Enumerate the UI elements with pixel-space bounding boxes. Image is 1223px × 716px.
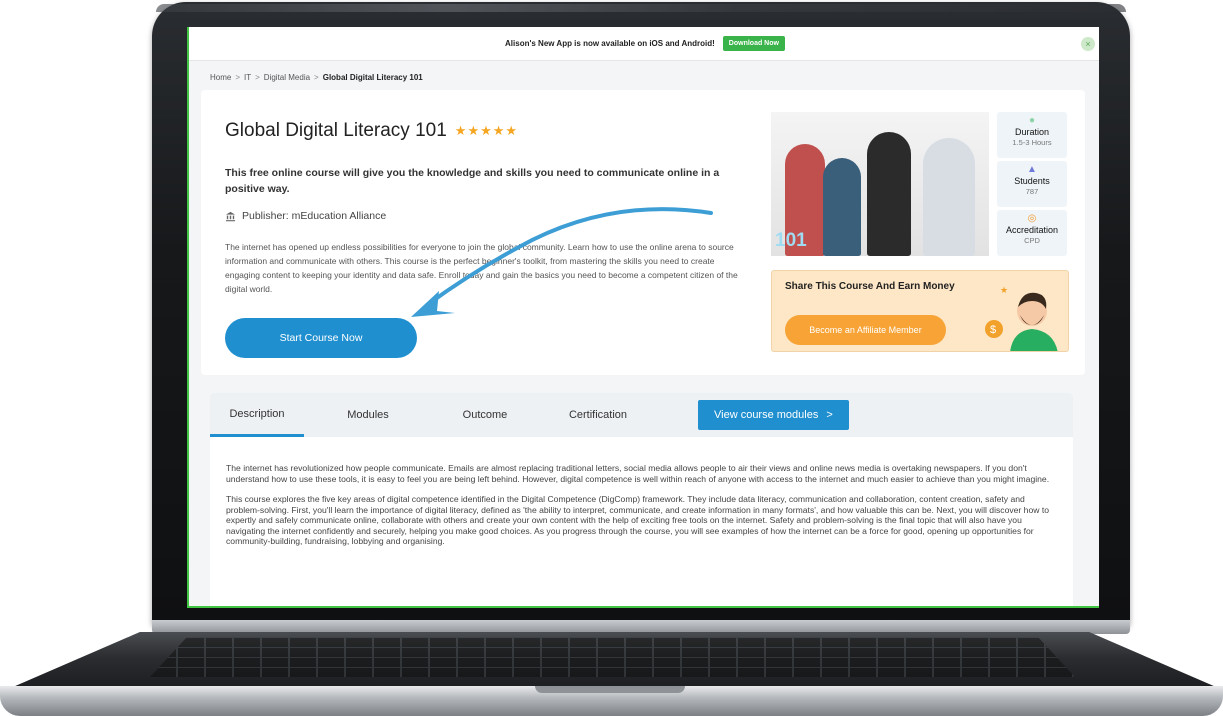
laptop-screen: Alison's New App is now available on iOS… [187, 27, 1099, 608]
tab-description[interactable]: Description [210, 393, 304, 437]
institution-icon [225, 211, 236, 221]
announcement-text: Alison's New App is now available on iOS… [505, 39, 715, 48]
app-announcement-bar: Alison's New App is now available on iOS… [189, 27, 1099, 61]
svg-text:$: $ [990, 324, 996, 336]
description-paragraph: This course explores the five key areas … [226, 494, 1049, 546]
tab-certification[interactable]: Certification [538, 393, 658, 437]
laptop-keyboard [150, 637, 1075, 677]
breadcrumb-current: Global Digital Literacy 101 [322, 73, 423, 82]
description-paragraph: The internet has revolutionized how peop… [226, 463, 1050, 484]
stat-label: Duration [1014, 127, 1050, 137]
lid-highlight [156, 4, 1126, 12]
stat-value: 1.5-3 Hours [1012, 138, 1052, 147]
stat-accreditation: ◎ Accreditation CPD [997, 210, 1067, 256]
laptop-hinge [152, 620, 1130, 634]
breadcrumb-separator: > [255, 73, 260, 82]
stat-label: Accreditation [1005, 225, 1059, 235]
breadcrumb-it[interactable]: IT [244, 73, 251, 82]
stat-students: ▲ Students 787 [997, 161, 1067, 207]
view-course-modules-button[interactable]: View course modules > [698, 400, 849, 430]
publisher-name[interactable]: Publisher: mEducation Alliance [242, 210, 386, 222]
become-affiliate-button[interactable]: Become an Affiliate Member [785, 315, 946, 345]
breadcrumb: Home > IT > Digital Media > Global Digit… [210, 73, 423, 82]
breadcrumb-separator: > [235, 73, 241, 82]
stat-label: Students [1014, 176, 1050, 186]
stat-value: 787 [1025, 187, 1039, 196]
stat-duration: ● Duration 1.5-3 Hours [997, 112, 1067, 158]
tab-outcome[interactable]: Outcome [432, 393, 538, 437]
page-title: Global Digital Literacy 101 [225, 120, 447, 141]
course-image: 101 [771, 112, 989, 256]
clock-icon: ● [1028, 115, 1036, 126]
image-person [923, 138, 975, 256]
star-rating: ★★★★★ [454, 123, 519, 138]
image-person [867, 132, 911, 256]
close-icon[interactable]: × [1081, 37, 1095, 51]
image-person [823, 158, 861, 256]
course-tabs-panel: Description Modules Outcome Certificatio… [210, 393, 1073, 606]
view-modules-label: View course modules [714, 409, 819, 421]
tab-modules[interactable]: Modules [304, 393, 432, 437]
laptop-mockup: Alison's New App is now available on iOS… [0, 0, 1223, 716]
image-label: 101 [775, 230, 807, 251]
breadcrumb-home[interactable]: Home [210, 73, 231, 82]
chevron-right-icon: > [826, 409, 833, 421]
description-text: The internet has revolutionized how peop… [226, 463, 1056, 557]
breadcrumb-separator: > [314, 73, 319, 82]
affiliate-title: Share This Course And Earn Money [785, 281, 955, 292]
breadcrumb-digital-media[interactable]: Digital Media [264, 73, 310, 82]
title-row: Global Digital Literacy 101 ★★★★★ [225, 120, 518, 142]
stat-value: CPD [1024, 236, 1040, 245]
laptop-notch [535, 686, 685, 693]
course-hero-card: Global Digital Literacy 101 ★★★★★ This f… [201, 90, 1085, 375]
svg-text:★: ★ [1000, 286, 1008, 296]
publisher: Publisher: mEducation Alliance [225, 210, 386, 222]
course-summary: The internet has opened up endless possi… [225, 242, 738, 294]
graduation-cap-icon: ▲ [1027, 164, 1037, 175]
tab-strip: Description Modules Outcome Certificatio… [210, 393, 1073, 437]
medal-icon: ◎ [1027, 213, 1037, 224]
download-now-button[interactable]: Download Now [722, 36, 785, 51]
course-headline: This free online course will give you th… [225, 167, 720, 195]
affiliate-panel: Share This Course And Earn Money Become … [771, 270, 1069, 352]
start-course-button[interactable]: Start Course Now [225, 318, 417, 358]
affiliate-illustration: $ ★ [985, 286, 1058, 351]
